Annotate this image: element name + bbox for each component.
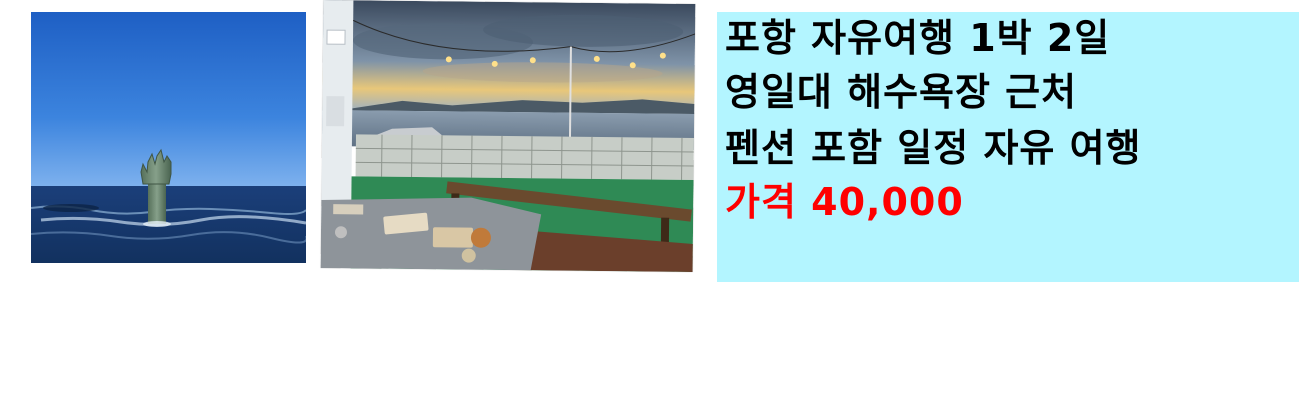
listing-title-line-3: 펜션 포함 일정 자유 여행 (725, 126, 1142, 170)
listing-info-panel: 포항 자유여행 1박 2일 영일대 해수욕장 근처 펜션 포함 일정 자유 여행… (717, 12, 1299, 282)
listing-title-line-1: 포항 자유여행 1박 2일 (725, 16, 1111, 60)
listing-price: 가격 40,000 (725, 180, 964, 224)
listing-title-line-2: 영일대 해수욕장 근처 (725, 70, 1078, 114)
terrace-dining-photo (320, 0, 696, 272)
price-value: 40,000 (811, 180, 964, 224)
hand-sculpture-photo (31, 12, 306, 263)
price-label: 가격 (725, 180, 797, 224)
